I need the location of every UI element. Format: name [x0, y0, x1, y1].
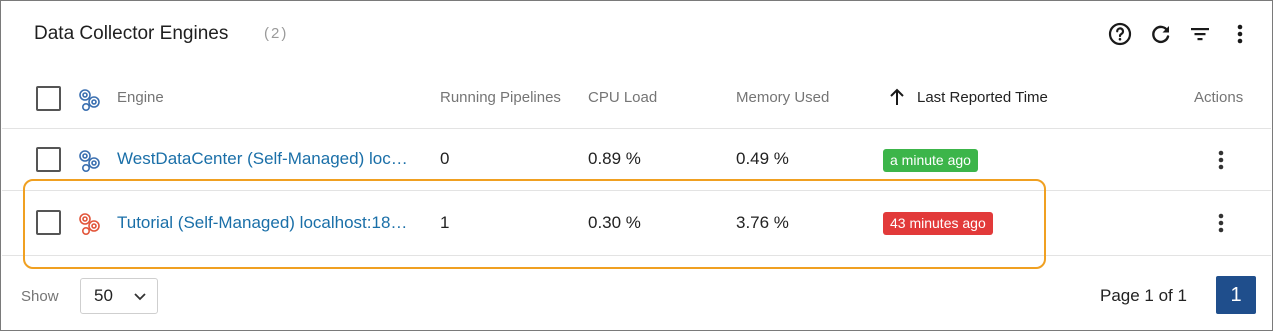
- engines-panel: Data Collector Engines (2) Engine Runnin…: [0, 0, 1273, 331]
- row-actions-more-icon[interactable]: [1211, 209, 1231, 237]
- row-divider: [2, 255, 1271, 256]
- memory-used-value: 3.76 %: [736, 213, 789, 232]
- help-icon[interactable]: [1107, 21, 1133, 47]
- row-actions-more-icon[interactable]: [1211, 146, 1231, 174]
- row-divider: [2, 190, 1271, 191]
- row-checkbox[interactable]: [36, 147, 61, 172]
- header-divider: [2, 128, 1271, 129]
- engine-link[interactable]: Tutorial (Self-Managed) localhost:18…: [117, 213, 407, 233]
- cpu-load-value: 0.89 %: [588, 149, 641, 168]
- page-button-current[interactable]: 1: [1216, 276, 1256, 314]
- column-header-actions: Actions: [1194, 89, 1244, 106]
- cpu-load-value: 0.30 %: [588, 213, 641, 232]
- column-header-cpu-load[interactable]: CPU Load: [588, 89, 657, 106]
- arrow-up-icon[interactable]: [889, 88, 905, 106]
- filter-icon[interactable]: [1187, 21, 1213, 47]
- chevron-down-icon: [134, 293, 146, 301]
- engine-gears-icon: [79, 213, 100, 235]
- refresh-icon[interactable]: [1148, 21, 1174, 47]
- last-reported-badge: 43 minutes ago: [883, 212, 993, 235]
- memory-used-value: 0.49 %: [736, 149, 789, 168]
- column-header-engine[interactable]: Engine: [117, 89, 164, 106]
- page-size-value: 50: [94, 286, 113, 305]
- panel-header: Data Collector Engines (2): [1, 1, 1272, 71]
- last-reported-badge: a minute ago: [883, 149, 978, 172]
- row-checkbox[interactable]: [36, 210, 61, 235]
- select-all-checkbox[interactable]: [36, 86, 61, 111]
- running-pipelines-value: 0: [440, 149, 450, 168]
- engine-header-gears-icon: [79, 89, 100, 111]
- page-size-select[interactable]: 50: [80, 278, 158, 314]
- page-title: Data Collector Engines: [34, 23, 229, 44]
- column-header-running-pipelines[interactable]: Running Pipelines: [440, 89, 561, 106]
- page-info: Page 1 of 1: [1100, 286, 1187, 305]
- engine-link[interactable]: WestDataCenter (Self-Managed) loc…: [117, 149, 408, 169]
- running-pipelines-value: 1: [440, 213, 450, 232]
- column-header-memory-used[interactable]: Memory Used: [736, 89, 829, 106]
- column-header-last-reported-time[interactable]: Last Reported Time: [917, 89, 1048, 106]
- engine-count: (2): [264, 25, 289, 42]
- more-vertical-icon[interactable]: [1230, 21, 1250, 47]
- show-label: Show: [21, 288, 59, 305]
- engine-gears-icon: [79, 150, 100, 172]
